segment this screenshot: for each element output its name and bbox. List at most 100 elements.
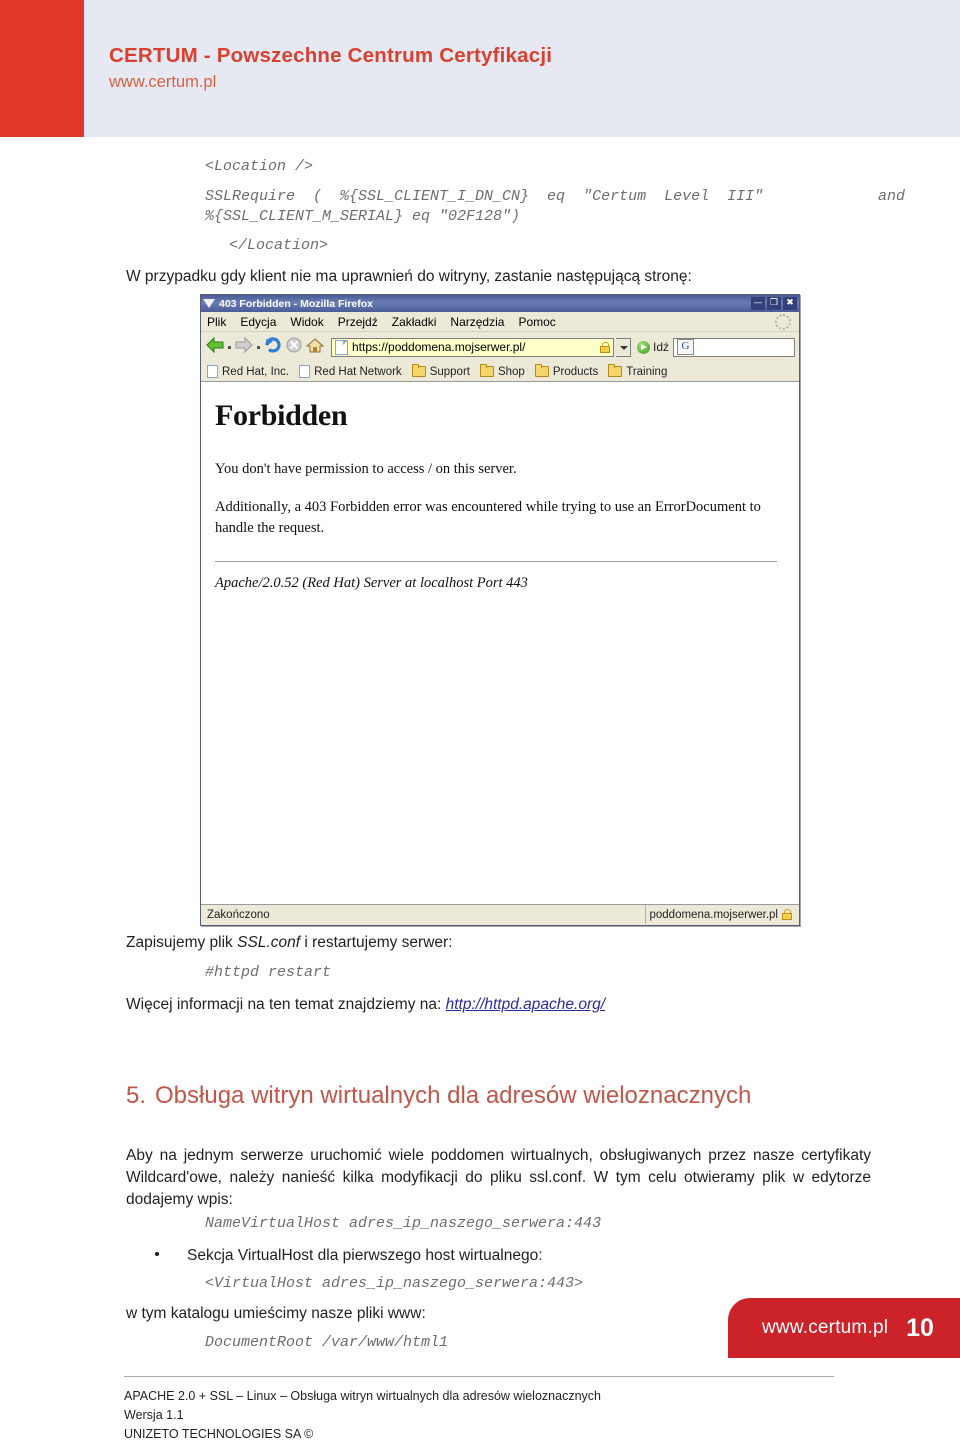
menu-edycja[interactable]: Edycja bbox=[240, 315, 276, 329]
apache-error-page: Forbidden You don't have permission to a… bbox=[201, 383, 799, 592]
code-line-sslrequire-and: and bbox=[877, 188, 905, 205]
save-prefix: Zapisujemy plik bbox=[126, 934, 238, 951]
footer-line-1: APACHE 2.0 + SSL – Linux – Obsługa witry… bbox=[124, 1389, 601, 1403]
bookmark-red-hat-network[interactable]: Red Hat Network bbox=[299, 365, 402, 378]
header-red-block bbox=[0, 0, 84, 137]
bookmarks-toolbar: Red Hat, Inc. Red Hat Network Support Sh… bbox=[201, 362, 799, 382]
page-number: 10 bbox=[906, 1313, 934, 1342]
menu-widok[interactable]: Widok bbox=[290, 315, 323, 329]
go-button[interactable]: Idź bbox=[636, 340, 669, 354]
browser-navigation-toolbar: https://poddomena.mojserwer.pl/ Idź G bbox=[201, 332, 799, 362]
folder-icon bbox=[534, 364, 549, 377]
bookmark-support[interactable]: Support bbox=[411, 364, 470, 378]
page-icon bbox=[299, 365, 311, 378]
brand-title: CERTUM - Powszechne Centrum Certyfikacji bbox=[109, 44, 553, 67]
firefox-app-icon bbox=[203, 298, 215, 310]
footer-line-3: UNIZETO TECHNOLOGIES SA © bbox=[124, 1427, 314, 1441]
browser-window-title: 403 Forbidden - Mozilla Firefox bbox=[219, 297, 374, 310]
bullet-item-virtualhost: Sekcja VirtualHost dla pierwszego host w… bbox=[155, 1247, 543, 1265]
folder-icon bbox=[479, 364, 494, 377]
stop-icon bbox=[285, 336, 303, 359]
footer-line-2: Wersja 1.1 bbox=[124, 1408, 184, 1422]
search-input[interactable]: G bbox=[673, 337, 795, 357]
footer-text: APACHE 2.0 + SSL – Linux – Obsługa witry… bbox=[124, 1387, 601, 1444]
more-info-prefix: Więcej informacji na ten temat znajdziem… bbox=[126, 996, 446, 1013]
code-namevirtualhost: NameVirtualHost adres_ip_naszego_serwera… bbox=[205, 1215, 602, 1232]
katalog-text: w tym katalogu umieścimy nasze pliki www… bbox=[126, 1305, 426, 1322]
browser-window-screenshot: 403 Forbidden - Mozilla Firefox — ❐ ✖ Pl… bbox=[200, 294, 800, 926]
footer-divider bbox=[124, 1376, 834, 1377]
error-page-paragraph-1: You don't have permission to access / on… bbox=[215, 461, 517, 477]
browser-menubar: Plik Edycja Widok Przejdź Zakładki Narzę… bbox=[201, 312, 799, 332]
folder-icon bbox=[608, 364, 623, 377]
menu-zakladki[interactable]: Zakładki bbox=[392, 315, 437, 329]
code-httpd-restart: #httpd restart bbox=[205, 964, 332, 981]
bookmark-label: Red Hat Network bbox=[314, 365, 402, 378]
page-header-band: CERTUM - Powszechne Centrum Certyfikacji… bbox=[0, 0, 960, 137]
bookmark-label: Red Hat, Inc. bbox=[222, 365, 290, 378]
bullet-point-icon bbox=[155, 1252, 159, 1256]
section-title: Obsługa witryn wirtualnych dla adresów w… bbox=[155, 1082, 752, 1109]
home-icon[interactable] bbox=[305, 336, 325, 359]
after-browser-text: Zapisujemy plik SSL.conf i restartujemy … bbox=[126, 934, 866, 1014]
intro-text: W przypadku gdy klient nie ma uprawnień … bbox=[126, 268, 692, 285]
section-number: 5. bbox=[126, 1082, 147, 1109]
save-suffix: i restartujemy serwer: bbox=[300, 934, 453, 951]
save-file-text: Zapisujemy plik SSL.conf i restartujemy … bbox=[126, 934, 866, 952]
ssl-lock-icon bbox=[599, 341, 610, 353]
bookmark-shop[interactable]: Shop bbox=[479, 364, 525, 378]
bookmark-label: Shop bbox=[497, 365, 525, 378]
code-virtualhost-open: <VirtualHost adres_ip_naszego_serwera:44… bbox=[205, 1275, 584, 1292]
bookmark-red-hat-inc[interactable]: Red Hat, Inc. bbox=[207, 365, 289, 378]
address-dropdown-icon[interactable] bbox=[615, 337, 631, 357]
go-arrow-icon bbox=[636, 340, 650, 354]
bookmark-training[interactable]: Training bbox=[608, 364, 668, 378]
back-arrow-icon[interactable] bbox=[205, 336, 225, 359]
bookmark-label: Training bbox=[626, 365, 668, 378]
code-line-location-close: </Location> bbox=[229, 237, 329, 254]
status-security-panel[interactable]: poddomena.mojserwer.pl bbox=[646, 909, 800, 921]
brand-url: www.certum.pl bbox=[109, 73, 217, 91]
forward-arrow-icon bbox=[234, 336, 254, 359]
section-heading: 5. Obsługa witryn wirtualnych dla adresów… bbox=[126, 1082, 751, 1110]
error-page-server-signature: Apache/2.0.52 (Red Hat) Server at localh… bbox=[215, 575, 528, 591]
browser-viewport: Forbidden You don't have permission to a… bbox=[201, 382, 799, 904]
section-body-paragraph: Aby na jednym serwerze uruchomić wiele p… bbox=[126, 1147, 871, 1208]
restore-button[interactable]: ❐ bbox=[767, 297, 781, 310]
window-controls: — ❐ ✖ bbox=[751, 297, 797, 310]
back-dropdown-icon[interactable] bbox=[228, 345, 231, 349]
throbber-icon bbox=[775, 313, 791, 330]
error-page-divider bbox=[215, 561, 777, 562]
bullet-label: Sekcja VirtualHost dla pierwszego host w… bbox=[187, 1247, 543, 1264]
menu-pomoc[interactable]: Pomoc bbox=[518, 315, 555, 329]
go-button-label: Idź bbox=[652, 340, 669, 354]
bookmark-products[interactable]: Products bbox=[534, 364, 599, 378]
page-icon bbox=[207, 365, 218, 378]
menu-przejdz[interactable]: Przejdź bbox=[338, 315, 378, 329]
status-domain: poddomena.mojserwer.pl bbox=[649, 908, 779, 921]
bookmark-label: Support bbox=[429, 365, 470, 378]
code-line-sslrequire-main: SSLRequire ( %{SSL_CLIENT_I_DN_CN} eq "C… bbox=[205, 188, 764, 205]
minimize-button[interactable]: — bbox=[751, 297, 765, 310]
error-page-paragraph-2: Additionally, a 403 Forbidden error was … bbox=[215, 499, 761, 536]
address-bar-value: https://poddomena.mojserwer.pl/ bbox=[352, 340, 526, 354]
menu-narzedzia[interactable]: Narzędzia bbox=[450, 315, 504, 329]
close-button[interactable]: ✖ bbox=[783, 297, 797, 310]
menu-plik[interactable]: Plik bbox=[207, 315, 226, 329]
code-line-location-open: <Location /> bbox=[205, 158, 314, 175]
address-bar[interactable]: https://poddomena.mojserwer.pl/ bbox=[331, 337, 614, 357]
code-line-serial: %{SSL_CLIENT_M_SERIAL} eq "02F128") bbox=[205, 208, 521, 225]
code-line-sslrequire: SSLRequire ( %{SSL_CLIENT_I_DN_CN} eq "C… bbox=[205, 189, 905, 204]
folder-icon bbox=[411, 364, 426, 377]
browser-statusbar: Zakończono poddomena.mojserwer.pl bbox=[201, 904, 799, 924]
google-search-icon[interactable]: G bbox=[677, 339, 694, 355]
save-filename: SSL.conf bbox=[237, 934, 301, 951]
bookmark-label: Products bbox=[552, 365, 599, 378]
more-info-text: Więcej informacji na ten temat znajdziem… bbox=[126, 996, 866, 1014]
apache-docs-link[interactable]: http://httpd.apache.org/ bbox=[446, 996, 605, 1013]
footer-badge-url: www.certum.pl bbox=[762, 1317, 889, 1338]
footer-badge: www.certum.pl 10 bbox=[728, 1298, 960, 1358]
forward-dropdown-icon bbox=[257, 345, 260, 349]
status-message: Zakończono bbox=[201, 905, 646, 924]
reload-icon[interactable] bbox=[263, 336, 283, 359]
